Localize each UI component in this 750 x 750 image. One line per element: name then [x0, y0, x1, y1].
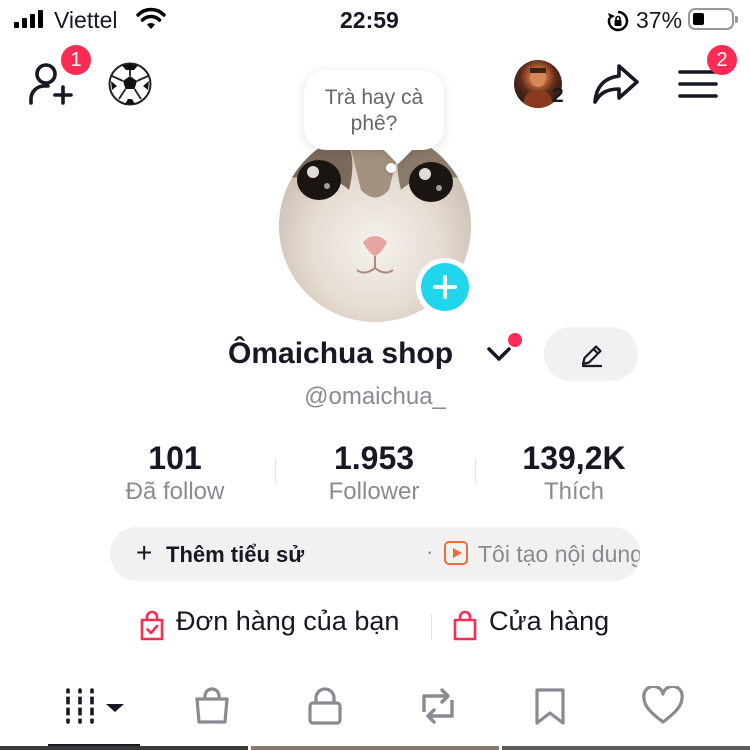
- tab-shop[interactable]: [192, 686, 232, 731]
- bio-pill[interactable]: + Thêm tiểu sử · Tôi tạo nội dung về...: [110, 527, 640, 581]
- tab-saved[interactable]: [532, 686, 568, 731]
- menu-badge: 2: [707, 45, 737, 75]
- football-icon[interactable]: [108, 62, 152, 106]
- order-bag-icon: [139, 610, 165, 647]
- tab-private[interactable]: [305, 686, 345, 731]
- chevron-down-icon[interactable]: [486, 346, 512, 369]
- tab-videos[interactable]: [62, 686, 128, 731]
- rotation-lock-icon: [606, 9, 630, 39]
- status-bar: Viettel 22:59 37%: [0, 0, 750, 42]
- share-button[interactable]: [592, 62, 640, 111]
- battery-percent: 37%: [636, 7, 683, 33]
- wifi-icon: [136, 7, 166, 37]
- grid-menu-icon: [64, 688, 124, 724]
- video-thumbnail[interactable]: [0, 746, 248, 750]
- following-count: 101: [148, 440, 202, 476]
- likes-stat[interactable]: 139,2K Thích: [474, 440, 674, 506]
- followers-count: 1.953: [333, 440, 415, 476]
- orders-link[interactable]: Đơn hàng của bạn: [176, 606, 399, 637]
- likes-label: Thích: [543, 478, 605, 505]
- heart-icon: [642, 684, 684, 724]
- repost-icon: [422, 688, 454, 724]
- add-bio-label: Thêm tiểu sử: [166, 542, 305, 567]
- pencil-icon: [581, 345, 603, 368]
- following-stat[interactable]: 101 Đã follow: [75, 440, 275, 506]
- share-icon: [593, 64, 639, 104]
- account-count: 2: [552, 84, 564, 107]
- content-description: Tôi tạo nội dung về...: [478, 541, 640, 567]
- note-bubble-tail: [386, 163, 396, 173]
- plus-icon: [421, 263, 469, 311]
- edit-profile-button[interactable]: [544, 327, 638, 381]
- account-switch-dot: [508, 333, 522, 347]
- bookmark-icon: [535, 688, 565, 725]
- play-icon: [444, 541, 468, 565]
- video-thumbnail[interactable]: [251, 746, 499, 750]
- note-bubble[interactable]: Trà hay cà phê?: [304, 70, 444, 150]
- add-photo-button[interactable]: [416, 258, 474, 316]
- profile-handle: @omaichua_: [304, 383, 446, 410]
- shopping-bag-icon: [195, 687, 229, 724]
- store-link[interactable]: Cửa hàng: [489, 606, 609, 637]
- battery-icon: [688, 8, 738, 30]
- notification-badge: 1: [61, 45, 91, 75]
- video-thumbnail[interactable]: [502, 746, 750, 750]
- plus-icon: +: [136, 537, 153, 568]
- lock-icon: [308, 687, 342, 725]
- carrier-name: Viettel: [54, 7, 118, 33]
- clock: 22:59: [340, 7, 399, 33]
- cellular-signal-icon: [14, 10, 43, 28]
- tab-reposts[interactable]: [416, 686, 460, 731]
- shop-bag-icon: [452, 610, 478, 647]
- bio-separator: ·: [426, 539, 434, 564]
- followers-label: Follower: [328, 478, 420, 505]
- menu-button[interactable]: [678, 68, 718, 105]
- likes-count: 139,2K: [522, 440, 626, 476]
- profile-name[interactable]: Ômaichua shop: [228, 337, 453, 371]
- tab-liked[interactable]: [641, 684, 685, 731]
- following-label: Đã follow: [125, 478, 225, 505]
- followers-stat[interactable]: 1.953 Follower: [274, 440, 474, 506]
- note-text: Trà hay cà phê?: [324, 86, 424, 135]
- hamburger-menu-icon: [678, 70, 718, 98]
- shop-divider: [431, 614, 432, 640]
